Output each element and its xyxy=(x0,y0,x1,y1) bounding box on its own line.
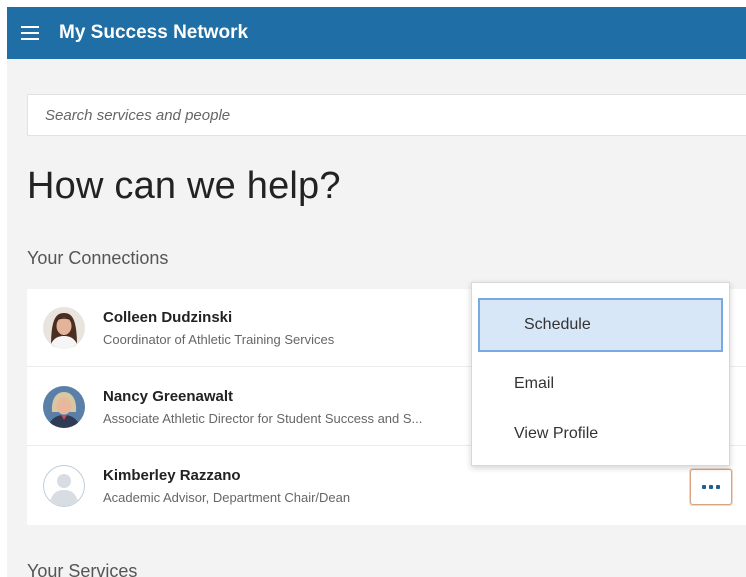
top-bar: My Success Network xyxy=(7,7,746,59)
placeholder-person-icon xyxy=(43,465,85,507)
connection-actions-menu: Schedule Email View Profile xyxy=(471,282,730,466)
connection-name[interactable]: Colleen Dudzinski xyxy=(103,309,334,326)
app-window: My Success Network How can we help? Your… xyxy=(7,7,746,577)
search-input[interactable] xyxy=(27,94,746,136)
connection-name[interactable]: Nancy Greenawalt xyxy=(103,388,422,405)
avatar xyxy=(43,306,85,349)
services-section-title: Your Services xyxy=(27,561,138,577)
hamburger-icon[interactable] xyxy=(21,26,39,40)
connection-role: Academic Advisor, Department Chair/Dean xyxy=(103,490,351,505)
menu-item-schedule[interactable]: Schedule xyxy=(478,298,723,352)
connection-role: Associate Athletic Director for Student … xyxy=(103,410,423,426)
connection-name[interactable]: Kimberley Razzano xyxy=(103,467,350,484)
connection-role: Coordinator of Athletic Training Service… xyxy=(103,331,335,347)
avatar xyxy=(43,385,85,428)
app-title: My Success Network xyxy=(59,22,249,43)
page-title: How can we help? xyxy=(27,165,341,207)
more-horizontal-icon xyxy=(702,485,720,489)
more-options-button[interactable] xyxy=(690,469,732,505)
menu-item-view-profile[interactable]: View Profile xyxy=(472,425,729,443)
connections-section-title: Your Connections xyxy=(27,248,169,268)
menu-item-email[interactable]: Email xyxy=(472,375,729,393)
